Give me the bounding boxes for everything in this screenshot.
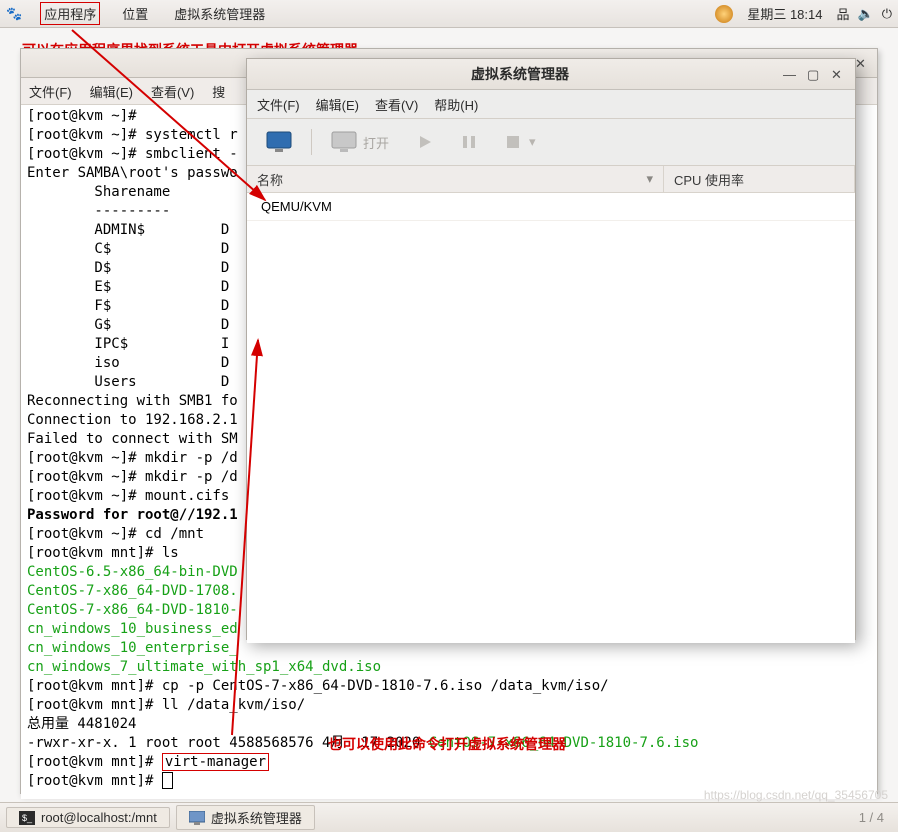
col-name[interactable]: 名称 ▾ bbox=[247, 166, 664, 192]
terminal-icon: $_ bbox=[19, 811, 35, 825]
vmm-title: 虚拟系统管理器 bbox=[257, 64, 783, 84]
network-icon[interactable]: 品 bbox=[837, 4, 850, 23]
power-icon[interactable]: ⏻ bbox=[882, 6, 892, 22]
gnome-logo-icon: 🐾 bbox=[6, 6, 22, 22]
vmm-columns-header: 名称 ▾ CPU 使用率 bbox=[247, 166, 855, 193]
close-icon[interactable]: ✕ bbox=[855, 56, 869, 70]
term-line: cn_windows_7_ultimate_with_sp1_x64_dvd.i… bbox=[27, 658, 871, 677]
task-vmm-label: 虚拟系统管理器 bbox=[211, 808, 302, 827]
open-label: 打开 bbox=[363, 133, 389, 152]
term-line: [root@kvm mnt]# ll /data_kvm/iso/ bbox=[27, 696, 871, 715]
vmm-menu-edit[interactable]: 编辑(E) bbox=[316, 95, 359, 114]
vmm-titlebar[interactable]: 虚拟系统管理器 — ▢ ✕ bbox=[247, 59, 855, 90]
shutdown-button[interactable]: ▾ bbox=[494, 127, 547, 157]
task-terminal[interactable]: $_ root@localhost:/mnt bbox=[6, 807, 170, 828]
col-cpu[interactable]: CPU 使用率 bbox=[664, 166, 855, 192]
new-vm-button[interactable] bbox=[255, 124, 303, 160]
monitor-new-icon bbox=[266, 131, 292, 153]
term-menu-view[interactable]: 查看(V) bbox=[151, 82, 194, 101]
stop-icon bbox=[505, 134, 521, 150]
menu-places[interactable]: 位置 bbox=[118, 2, 152, 25]
vmm-list[interactable]: QEMU/KVM bbox=[247, 193, 855, 643]
monitor-icon bbox=[331, 131, 357, 153]
menu-vmm[interactable]: 虚拟系统管理器 bbox=[170, 2, 269, 25]
workspace-pager[interactable]: 1 / 4 bbox=[859, 810, 892, 825]
play-icon bbox=[417, 134, 433, 150]
gnome-topbar: 🐾 应用程序 位置 虚拟系统管理器 星期三 18:14 品 🔈 ⏻ bbox=[0, 0, 898, 28]
term-menu-file[interactable]: 文件(F) bbox=[29, 82, 72, 101]
volume-icon[interactable]: 🔈 bbox=[858, 6, 874, 22]
term-menu-edit[interactable]: 编辑(E) bbox=[90, 82, 133, 101]
taskbar: $_ root@localhost:/mnt 虚拟系统管理器 1 / 4 bbox=[0, 802, 898, 832]
close-icon[interactable]: ✕ bbox=[831, 67, 845, 81]
watermark: https://blog.csdn.net/qq_35456705 bbox=[704, 788, 888, 802]
term-menu-search[interactable]: 搜 bbox=[212, 82, 225, 101]
toolbar-separator bbox=[311, 129, 312, 155]
pause-icon bbox=[461, 134, 477, 150]
open-vm-button[interactable]: 打开 bbox=[320, 124, 400, 160]
vmm-menu-help[interactable]: 帮助(H) bbox=[434, 95, 478, 114]
minimize-icon[interactable]: — bbox=[783, 67, 797, 81]
menu-applications[interactable]: 应用程序 bbox=[40, 2, 100, 25]
update-icon[interactable] bbox=[715, 5, 733, 23]
maximize-icon[interactable]: ▢ bbox=[807, 67, 821, 81]
svg-text:$_: $_ bbox=[22, 813, 33, 823]
col-name-label: 名称 bbox=[257, 170, 283, 189]
clock-text: 星期三 18:14 bbox=[747, 4, 822, 23]
vmm-window: 虚拟系统管理器 — ▢ ✕ 文件(F) 编辑(E) 查看(V) 帮助(H) 打开… bbox=[246, 58, 856, 640]
sort-desc-icon: ▾ bbox=[646, 171, 653, 187]
term-line: 总用量 4481024 bbox=[27, 715, 871, 734]
task-terminal-label: root@localhost:/mnt bbox=[41, 810, 157, 825]
vmm-menubar: 文件(F) 编辑(E) 查看(V) 帮助(H) bbox=[247, 90, 855, 119]
vmm-icon bbox=[189, 811, 205, 825]
vmm-toolbar: 打开 ▾ bbox=[247, 119, 855, 166]
vmm-row[interactable]: QEMU/KVM bbox=[247, 193, 855, 221]
annotation-bottom: 也可以使用此命令打开虚拟系统管理器 bbox=[328, 734, 566, 754]
term-line: [root@kvm mnt]# virt-manager bbox=[27, 753, 871, 772]
vmm-menu-file[interactable]: 文件(F) bbox=[257, 95, 300, 114]
run-button[interactable] bbox=[406, 127, 444, 157]
task-vmm[interactable]: 虚拟系统管理器 bbox=[176, 805, 315, 830]
pause-button[interactable] bbox=[450, 127, 488, 157]
vmm-menu-view[interactable]: 查看(V) bbox=[375, 95, 418, 114]
term-line: [root@kvm mnt]# cp -p CentOS-7-x86_64-DV… bbox=[27, 677, 871, 696]
